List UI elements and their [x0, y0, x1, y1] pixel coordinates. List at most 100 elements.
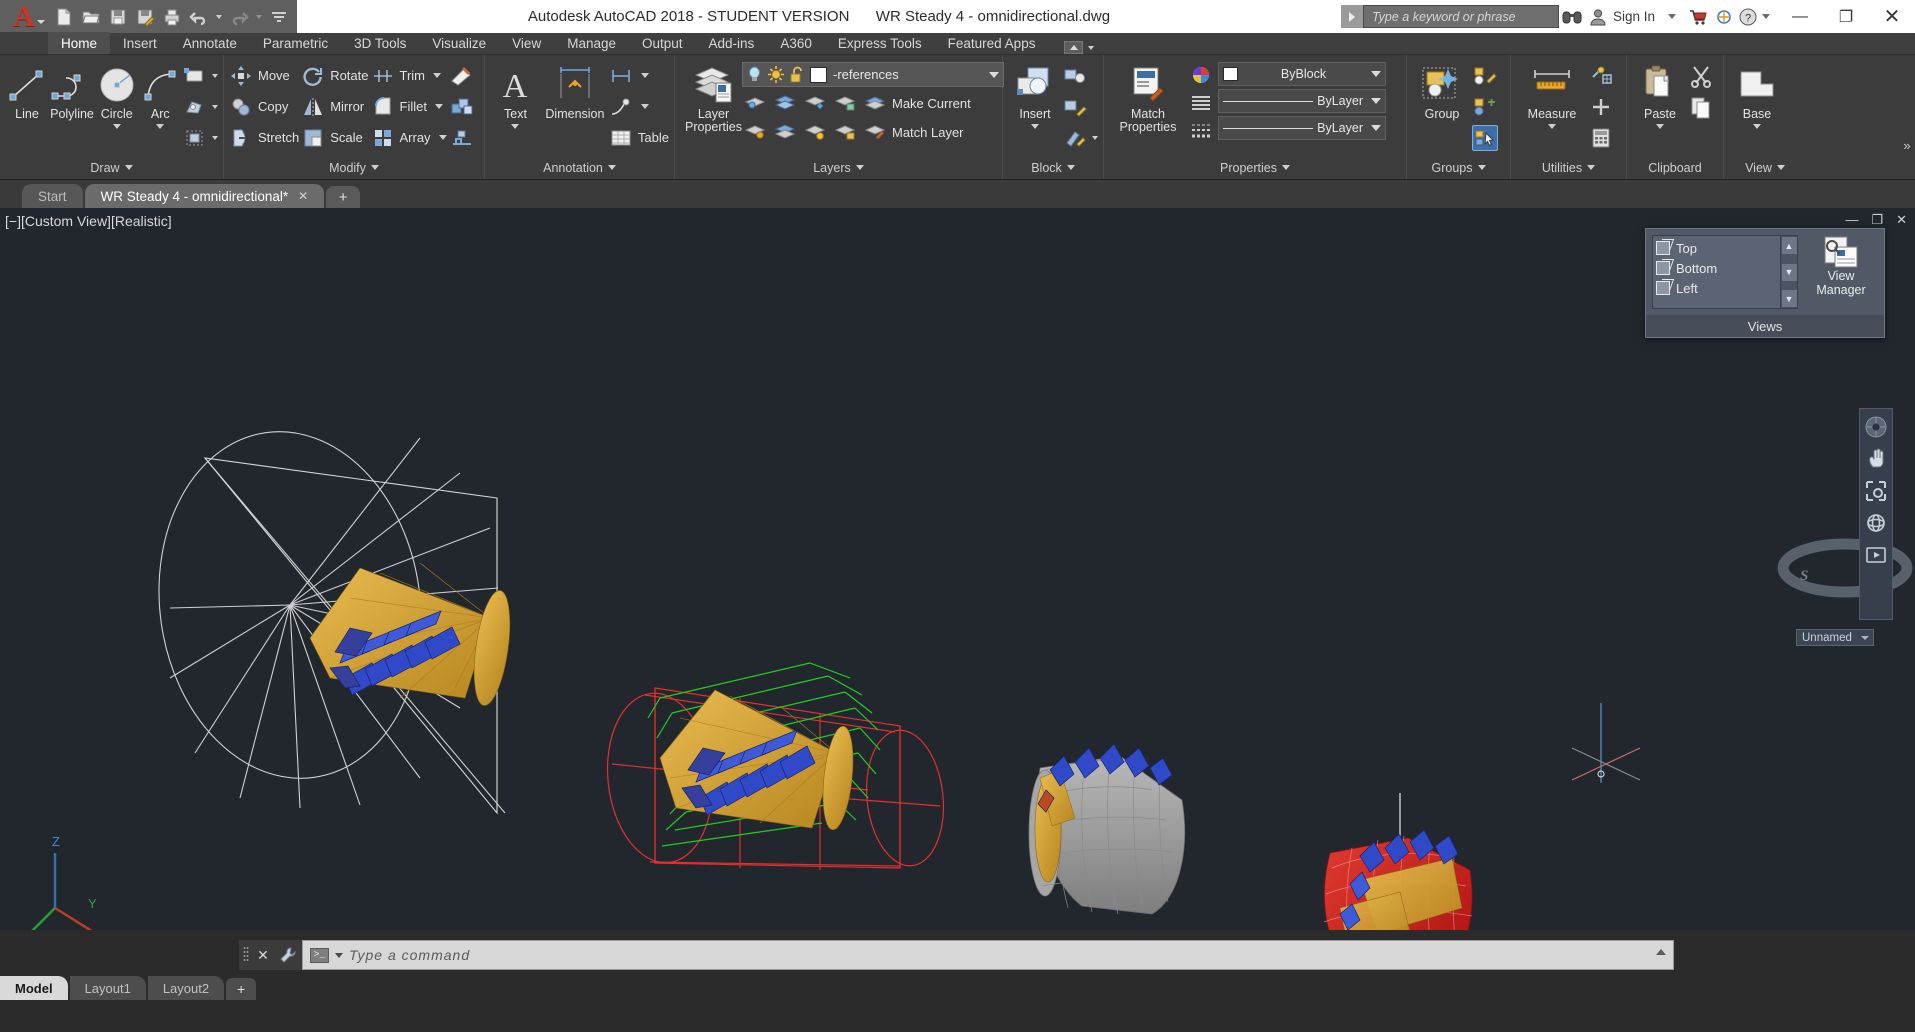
command-input[interactable]: >_ Type a command — [302, 940, 1674, 970]
tab-add-ins[interactable]: Add-ins — [696, 32, 768, 54]
tab-output[interactable]: Output — [629, 32, 696, 54]
restore-button[interactable]: ❐ — [1823, 0, 1869, 33]
ungroup-icon[interactable] — [1472, 63, 1498, 89]
new-layout-button[interactable]: + — [226, 978, 256, 1000]
object-color-dropdown-icon[interactable] — [1371, 71, 1381, 77]
panel-label-modify[interactable]: Modify — [224, 156, 484, 179]
sign-in-dropdown-icon[interactable] — [1659, 0, 1685, 33]
rotate-button[interactable]: Rotate — [301, 61, 368, 90]
tab-annotate[interactable]: Annotate — [170, 32, 250, 54]
scroll-end-icon[interactable]: ▼ — [1782, 290, 1797, 307]
linetype-dropdown-icon[interactable] — [1371, 98, 1381, 104]
layer-freeze-icon[interactable] — [772, 90, 798, 116]
tab-a360[interactable]: A360 — [767, 32, 825, 54]
fillet-button[interactable]: Fillet — [371, 92, 447, 121]
tab-parametric[interactable]: Parametric — [250, 32, 341, 54]
command-expand-icon[interactable] — [1656, 949, 1666, 955]
autodesk-store-icon[interactable] — [1685, 0, 1711, 33]
ribbon-overflow-icon[interactable]: » — [1899, 55, 1915, 179]
paste-dropdown-icon[interactable] — [1656, 124, 1664, 129]
layer-thaw-icon[interactable] — [802, 119, 828, 145]
arc-dropdown-icon[interactable] — [156, 124, 164, 129]
command-line-close-button[interactable]: ✕ — [252, 940, 274, 970]
close-button[interactable]: ✕ — [1869, 0, 1915, 33]
drawing-viewport[interactable]: [−][Custom View][Realistic] — ❐ ✕ — [0, 208, 1915, 930]
layer-isolate-icon[interactable] — [742, 90, 768, 116]
user-avatar-icon[interactable] — [1585, 0, 1611, 33]
hatch-dropdown-icon[interactable] — [212, 105, 218, 109]
explode-icon[interactable] — [449, 94, 475, 120]
measure-button[interactable]: Measure — [1516, 59, 1588, 129]
layer-dropdown-icon[interactable] — [989, 72, 999, 78]
drawing-tab-current[interactable]: WR Steady 4 - omnidirectional* ✕ — [85, 184, 325, 208]
pan-icon[interactable] — [1862, 445, 1890, 473]
cut-icon[interactable] — [1688, 63, 1714, 89]
drawing-tab-start[interactable]: Start — [22, 184, 83, 208]
linear-dimension-button[interactable] — [609, 61, 669, 90]
match-properties-button[interactable]: MatchProperties — [1112, 59, 1184, 134]
color-wheel-icon[interactable] — [1188, 62, 1214, 88]
tab-manage[interactable]: Manage — [554, 32, 629, 54]
full-navigation-wheel-icon[interactable] — [1862, 413, 1890, 441]
panel-label-groups[interactable]: Groups — [1407, 156, 1510, 179]
search-input[interactable]: Type a keyword or phrase — [1363, 5, 1559, 28]
make-current-icon[interactable] — [862, 90, 888, 116]
stay-connected-icon[interactable] — [1711, 0, 1737, 33]
layer-properties-button[interactable]: LayerProperties — [685, 59, 742, 134]
unlock-icon[interactable] — [790, 66, 804, 83]
point-icon[interactable] — [1588, 94, 1614, 120]
views-scrollbar[interactable]: ▲ ▼ ▼ — [1780, 236, 1797, 308]
application-menu-button[interactable]: A — [0, 0, 48, 33]
lineweight-dropdown-icon[interactable] — [1371, 125, 1381, 131]
scroll-up-icon[interactable]: ▲ — [1782, 237, 1797, 254]
views-list[interactable]: Top Bottom Left ▲ ▼ — [1652, 235, 1798, 309]
command-line-grip[interactable] — [239, 940, 252, 970]
tab-express-tools[interactable]: Express Tools — [825, 32, 935, 54]
minimize-ribbon-control[interactable] — [1048, 41, 1094, 54]
edit-attribute-dropdown-icon[interactable] — [1092, 136, 1098, 140]
measure-dropdown-icon[interactable] — [1548, 124, 1556, 129]
tab-view[interactable]: View — [499, 32, 554, 54]
region-icon[interactable] — [182, 125, 208, 151]
make-current-label[interactable]: Make Current — [892, 96, 971, 111]
table-button[interactable]: Table — [609, 123, 669, 152]
rectangle-icon[interactable] — [182, 63, 208, 89]
mirror-button[interactable]: Mirror — [301, 92, 368, 121]
redo-dropdown-icon[interactable] — [256, 15, 262, 19]
layer-unlock-icon[interactable] — [832, 90, 858, 116]
object-color-dropdown[interactable]: ByBlock — [1218, 62, 1386, 86]
array-button[interactable]: Array — [371, 123, 447, 152]
zoom-icon[interactable] — [1862, 477, 1890, 505]
panel-label-view[interactable]: View — [1724, 156, 1806, 179]
group-edit-icon[interactable] — [1472, 94, 1498, 120]
layer-merge-icon[interactable] — [772, 119, 798, 145]
layout-tab-layout2[interactable]: Layout2 — [148, 976, 224, 1000]
leader-dropdown-icon[interactable] — [641, 104, 649, 109]
showmotion-icon[interactable] — [1862, 541, 1890, 569]
qat-more-icon[interactable] — [269, 7, 289, 27]
redo-icon[interactable] — [229, 7, 249, 27]
minimize-ribbon-icon[interactable] — [1064, 41, 1083, 54]
group-button[interactable]: Group — [1412, 59, 1472, 121]
trim-button[interactable]: Trim — [371, 61, 447, 90]
array-dropdown-icon[interactable] — [439, 135, 447, 140]
view-item-left[interactable]: Left — [1656, 278, 1780, 298]
arc-button[interactable]: Arc — [139, 59, 183, 129]
leader-button[interactable] — [609, 92, 669, 121]
layer-on-icon[interactable] — [742, 119, 768, 145]
stretch-button[interactable]: Stretch — [229, 123, 299, 152]
new-drawing-tab-button[interactable]: + — [326, 186, 360, 208]
panel-label-draw[interactable]: Draw — [0, 156, 223, 179]
panel-label-utilities[interactable]: Utilities — [1511, 156, 1626, 179]
create-block-icon[interactable] — [1062, 63, 1088, 89]
base-dropdown-icon[interactable] — [1753, 124, 1761, 129]
fillet-dropdown-icon[interactable] — [435, 104, 443, 109]
minimize-button[interactable]: — — [1777, 0, 1823, 33]
base-view-button[interactable]: Base — [1729, 59, 1785, 129]
panel-label-layers[interactable]: Layers — [675, 156, 1002, 179]
sign-in-button[interactable]: Sign In — [1611, 9, 1659, 24]
tab-insert[interactable]: Insert — [110, 32, 170, 54]
calculator-icon[interactable] — [1588, 125, 1614, 151]
insert-dropdown-icon[interactable] — [1031, 124, 1039, 129]
undo-icon[interactable] — [189, 7, 209, 27]
